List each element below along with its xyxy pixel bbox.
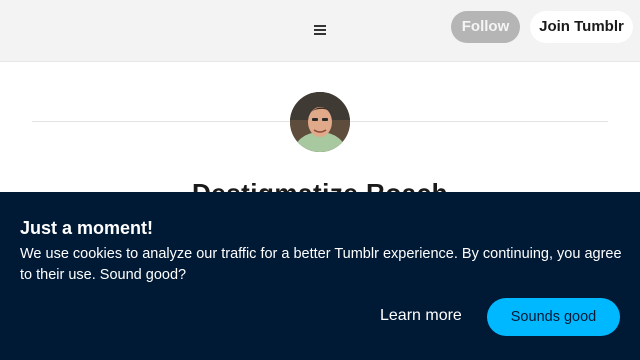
- cookie-banner-heading: Just a moment!: [20, 218, 154, 238]
- learn-more-link[interactable]: Learn more: [380, 307, 462, 325]
- sounds-good-button[interactable]: Sounds good: [487, 298, 620, 336]
- join-tumblr-button[interactable]: Join Tumblr: [530, 11, 633, 43]
- cookie-consent-banner: Just a moment! We use cookies to analyze…: [0, 192, 640, 360]
- hamburger-menu-icon[interactable]: [311, 21, 329, 39]
- cookie-banner-message: We use cookies to analyze our traffic fo…: [20, 246, 622, 283]
- top-navigation-bar: Follow Join Tumblr: [0, 0, 640, 62]
- blog-avatar[interactable]: [290, 92, 350, 152]
- tumblr-blog-page: Follow Join Tumblr Destigmatize Roach Ju…: [0, 0, 640, 360]
- follow-button[interactable]: Follow: [451, 11, 520, 43]
